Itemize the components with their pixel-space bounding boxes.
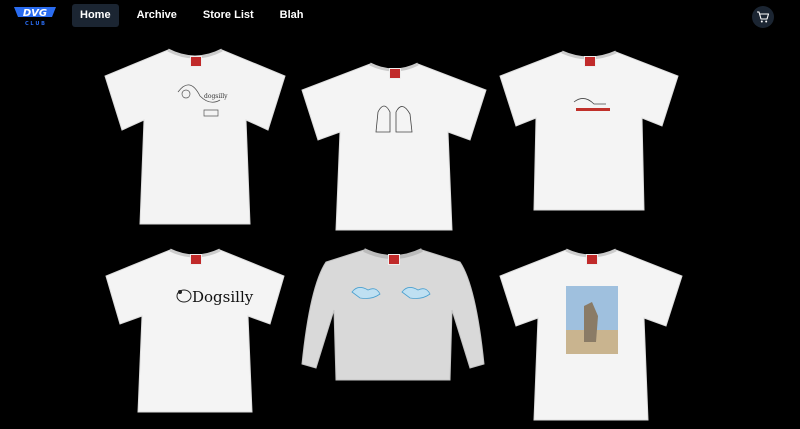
tshirt-image	[105, 248, 285, 413]
print-text: dogsilly	[204, 93, 228, 100]
product-card[interactable]	[298, 60, 490, 232]
tshirt-image	[499, 248, 683, 421]
tshirt-image: dogsilly	[104, 48, 286, 225]
label-tag	[584, 56, 596, 67]
label-tag	[586, 254, 598, 265]
tshirt-image	[499, 50, 679, 211]
label-tag	[190, 254, 202, 265]
product-card[interactable]	[496, 246, 686, 422]
tshirt-image	[301, 62, 487, 231]
product-card[interactable]: dogsilly	[100, 46, 290, 228]
label-tag	[388, 254, 400, 265]
product-card[interactable]	[496, 48, 682, 212]
print-wordmark: Dogsilly	[192, 288, 254, 306]
product-card[interactable]: Dogsilly	[104, 246, 286, 414]
sweatshirt-image	[301, 248, 485, 381]
product-grid: dogsilly Dogsilly	[0, 0, 800, 429]
label-tag	[190, 56, 202, 67]
product-card[interactable]	[300, 246, 486, 384]
label-tag	[389, 68, 401, 79]
